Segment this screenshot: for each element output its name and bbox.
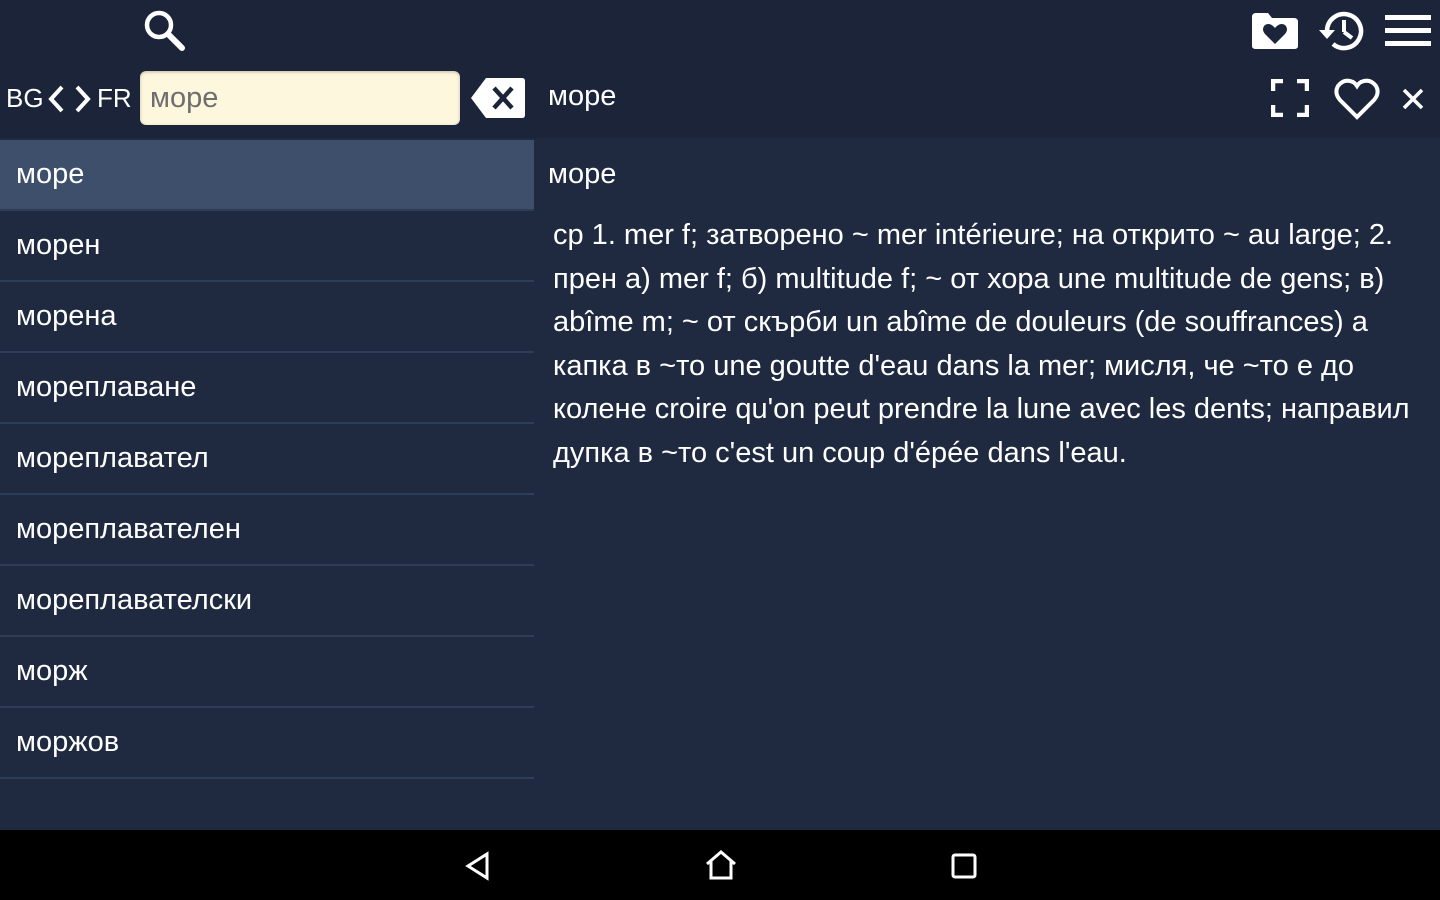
- fullscreen-icon: [1271, 79, 1309, 117]
- swap-language-left-button[interactable]: [44, 82, 68, 116]
- search-button[interactable]: [138, 6, 190, 54]
- home-button[interactable]: [698, 844, 744, 886]
- source-language-label[interactable]: BG: [6, 78, 44, 118]
- target-language-label[interactable]: FR: [97, 78, 132, 118]
- chevron-left-icon: [48, 85, 64, 113]
- list-item[interactable]: морж: [0, 637, 534, 708]
- menu-icon: [1385, 15, 1431, 46]
- favorites-folder-button[interactable]: [1248, 8, 1302, 54]
- list-item[interactable]: мореплаване: [0, 353, 534, 424]
- list-item[interactable]: мореплавател: [0, 424, 534, 495]
- favorites-folder-icon: [1252, 13, 1298, 49]
- close-definition-button[interactable]: [1396, 82, 1430, 116]
- home-icon: [706, 850, 736, 880]
- chevron-right-icon: [75, 85, 91, 113]
- clear-search-button[interactable]: [470, 76, 526, 120]
- definition-pane: море ср 1. mer f; затворено ~ mer intéri…: [534, 140, 1440, 830]
- search-input[interactable]: [140, 71, 460, 125]
- definition-text: ср 1. mer f; затворено ~ mer intérieure;…: [553, 219, 1410, 469]
- back-button[interactable]: [456, 846, 500, 886]
- current-word-title: море: [548, 80, 617, 112]
- add-favorite-button[interactable]: [1330, 74, 1384, 124]
- dictionary-app: BG FR море море море морен морена морепл…: [0, 0, 1440, 900]
- list-item[interactable]: мореплавателски: [0, 566, 534, 637]
- swap-language-right-button[interactable]: [71, 82, 95, 116]
- recents-square-icon: [951, 853, 977, 879]
- fullscreen-button[interactable]: [1268, 76, 1312, 120]
- heart-outline-icon: [1334, 78, 1380, 120]
- search-icon: [144, 10, 185, 51]
- menu-button[interactable]: [1382, 8, 1434, 54]
- list-item[interactable]: моржов: [0, 708, 534, 779]
- history-button[interactable]: [1314, 6, 1370, 56]
- backspace-clear-icon: [471, 78, 525, 118]
- search-field[interactable]: [140, 71, 460, 125]
- top-toolbar: BG FR море: [0, 0, 1440, 138]
- list-item[interactable]: морен: [0, 211, 534, 282]
- back-triangle-icon: [465, 851, 489, 881]
- history-icon: [1319, 11, 1364, 51]
- recents-button[interactable]: [942, 846, 986, 886]
- list-item[interactable]: морена: [0, 282, 534, 353]
- list-item[interactable]: море: [0, 140, 534, 211]
- definition-title: море: [548, 158, 617, 190]
- word-list: море морен морена мореплаване мореплават…: [0, 140, 534, 830]
- system-navigation-bar: [0, 830, 1440, 900]
- list-item[interactable]: мореплавателен: [0, 495, 534, 566]
- close-icon: [1402, 88, 1424, 110]
